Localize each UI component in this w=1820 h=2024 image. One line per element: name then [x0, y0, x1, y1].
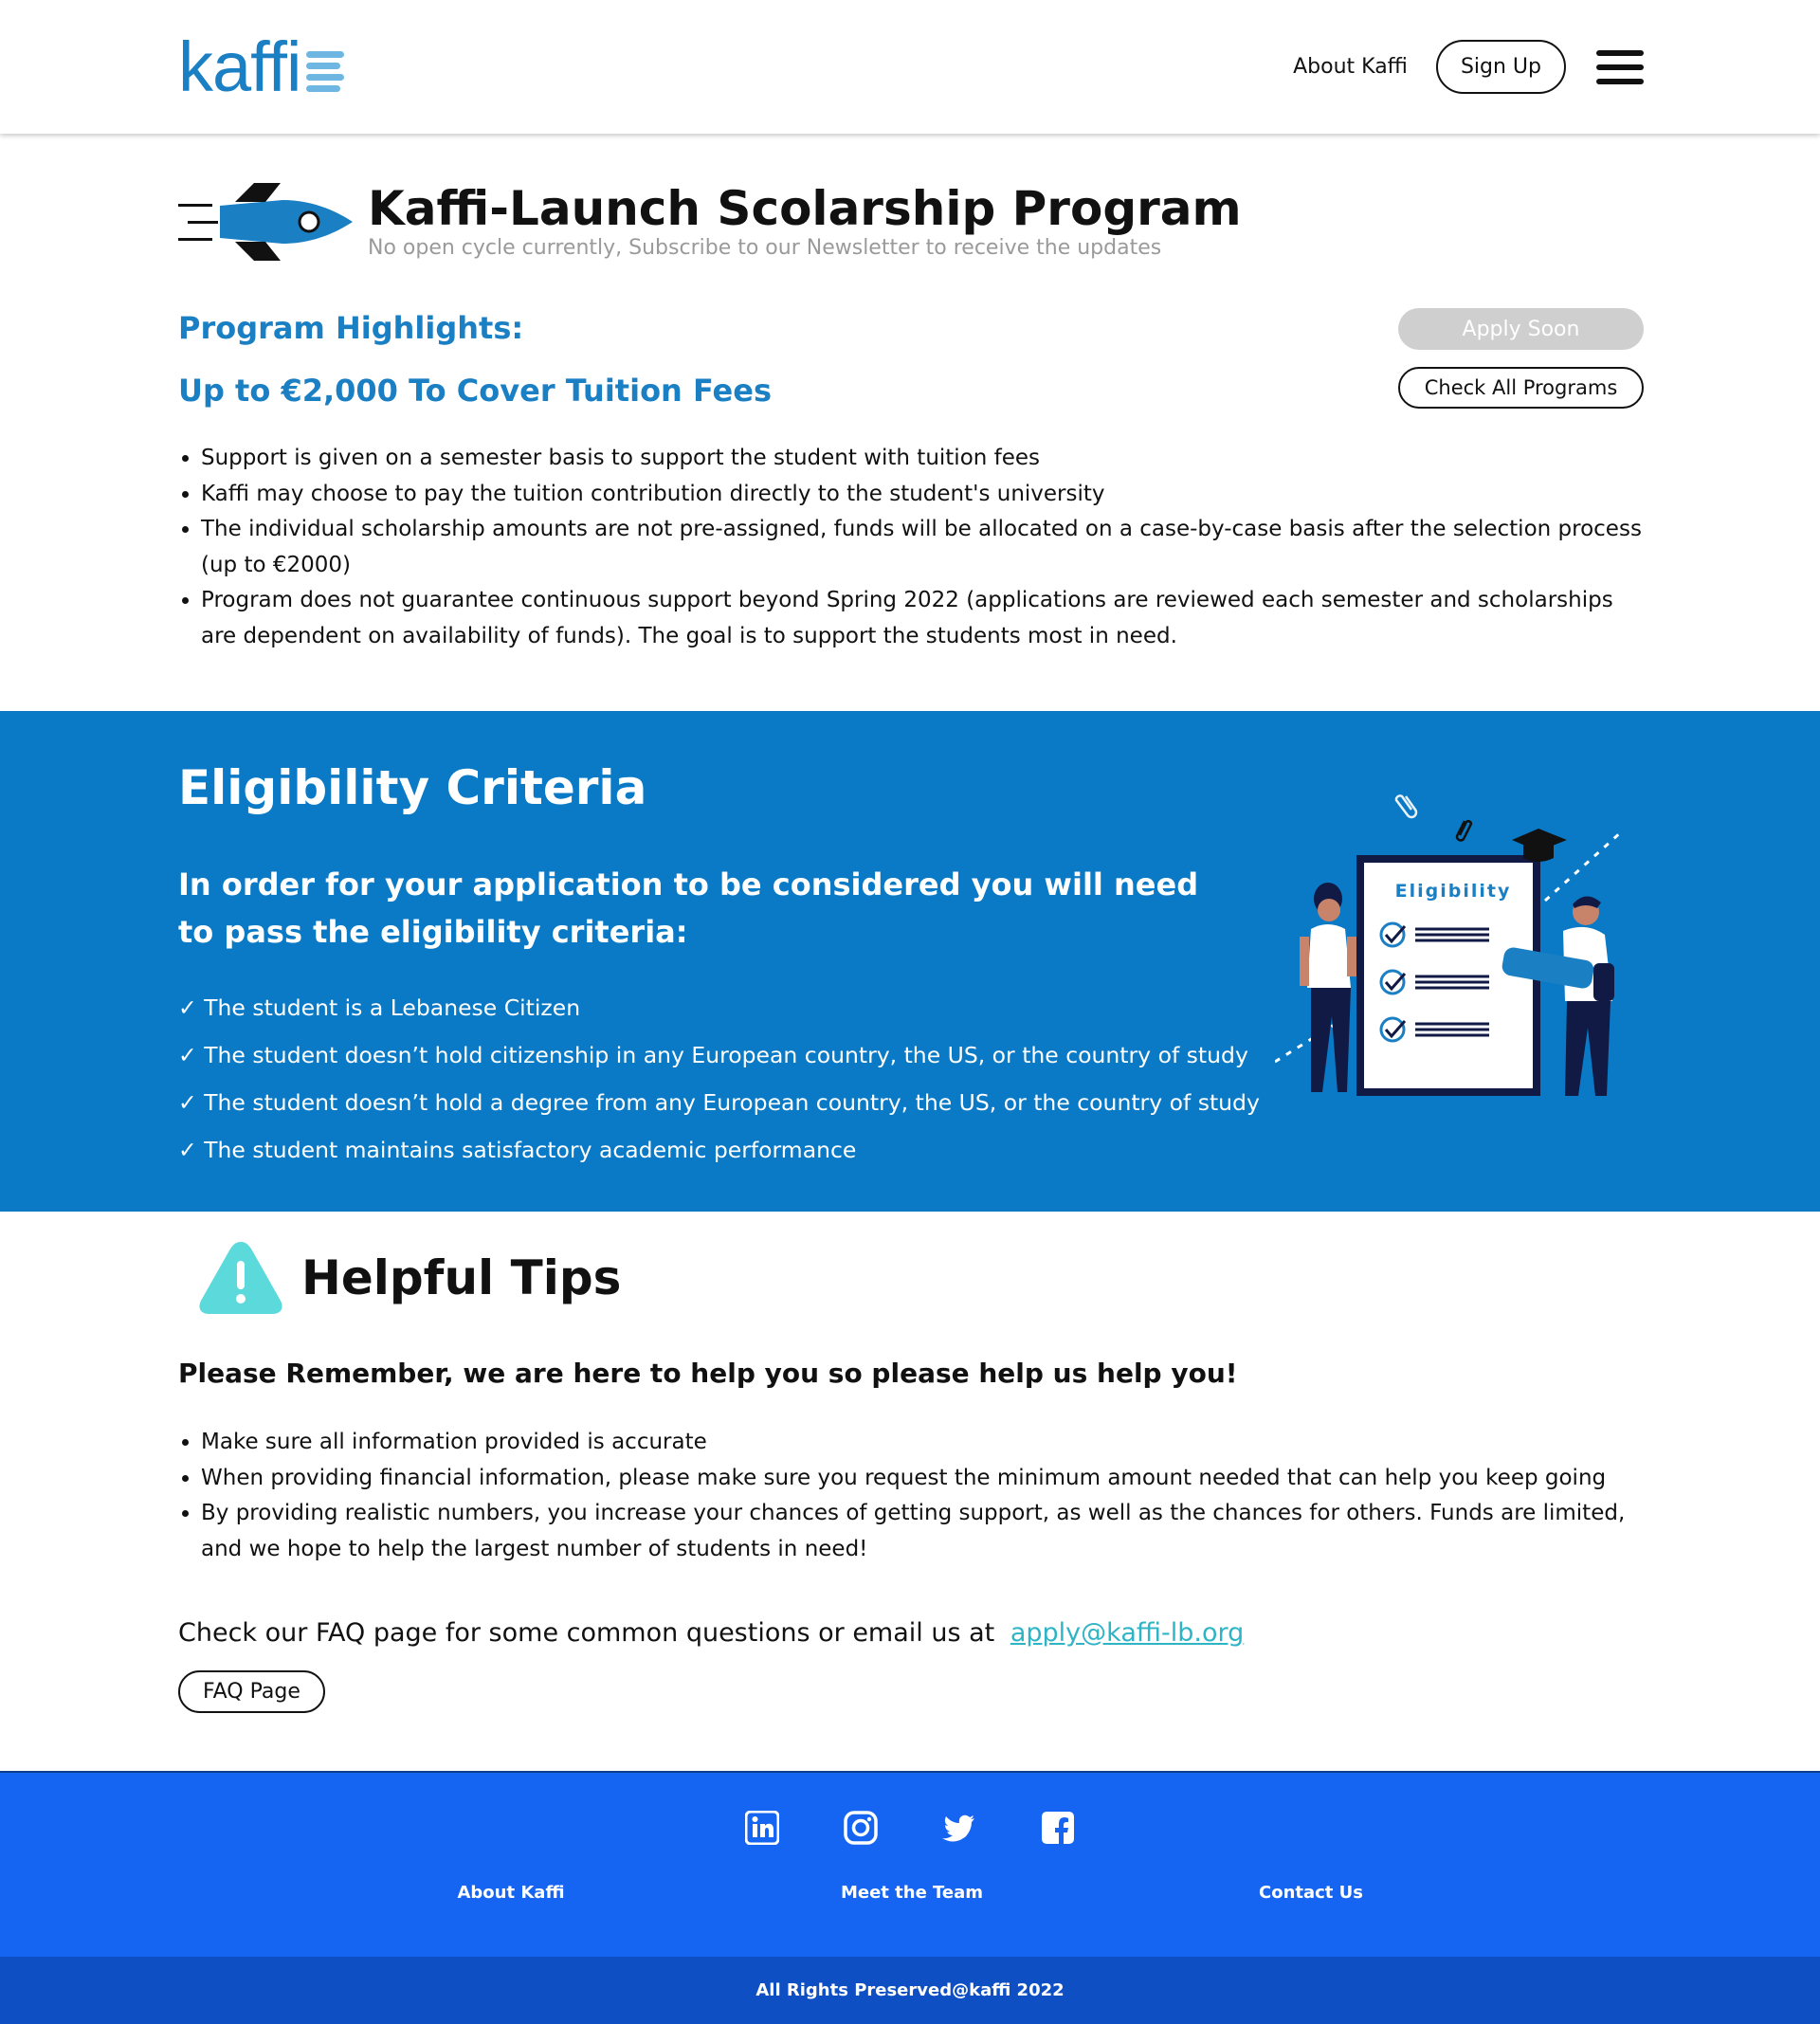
criteria-item: ✓ The student maintains satisfactory aca…: [178, 1137, 857, 1163]
social-links: [0, 1811, 1820, 1845]
list-item: Support is given on a semester basis to …: [201, 441, 1644, 477]
hamburger-menu-icon[interactable]: [1596, 49, 1644, 84]
logo-bars-icon: [306, 51, 345, 92]
list-item: Program does not guarantee continuous su…: [201, 583, 1644, 654]
list-item: Kaffi may choose to pay the tuition cont…: [201, 477, 1644, 513]
tips-section: Helpful Tips Please Remember, we are her…: [178, 1212, 1644, 1713]
rocket-icon: [178, 183, 353, 261]
illustration-label: Eligibility: [1395, 881, 1512, 902]
copyright-bar: All Rights Preserved@kaffi 2022: [0, 1957, 1820, 2024]
list-item: Make sure all information provided is ac…: [201, 1425, 1644, 1461]
faq-page-button[interactable]: FAQ Page: [178, 1670, 325, 1713]
warning-icon: [199, 1242, 282, 1314]
eligibility-lead: In order for your application to be cons…: [178, 866, 1199, 950]
list-item: The individual scholarship amounts are n…: [201, 512, 1644, 583]
faq-line: Check our FAQ page for some common quest…: [178, 1618, 1644, 1648]
twitter-icon[interactable]: [942, 1811, 976, 1845]
linkedin-icon[interactable]: [745, 1811, 779, 1845]
program-highlights: Program Highlights: Up to €2,000 To Cove…: [178, 308, 1644, 409]
copyright-text: All Rights Preserved@kaffi 2022: [755, 1980, 1065, 2000]
check-all-programs-button[interactable]: Check All Programs: [1398, 367, 1644, 409]
faq-text: Check our FAQ page for some common quest…: [178, 1618, 995, 1648]
facebook-icon[interactable]: [1041, 1811, 1075, 1845]
footer-team-link[interactable]: Meet the Team: [841, 1883, 983, 1903]
program-section: Kaffi-Launch Scolarship Program No open …: [178, 134, 1644, 711]
list-item: When providing financial information, pl…: [201, 1461, 1644, 1497]
tips-title: Helpful Tips: [301, 1250, 622, 1305]
eligibility-illustration: Eligibility: [1275, 794, 1625, 1096]
tips-bullets: Make sure all information provided is ac…: [178, 1425, 1644, 1567]
eligibility-section: Eligibility Criteria In order for your a…: [0, 711, 1820, 1212]
nav-about-link[interactable]: About Kaffi: [1293, 55, 1408, 79]
site-footer: About Kaffi Meet the Team Contact Us: [0, 1771, 1820, 1957]
program-bullets: Support is given on a semester basis to …: [178, 441, 1644, 654]
logo-text: kaffi: [178, 27, 301, 106]
site-header: kaffi About Kaffi Sign Up: [0, 0, 1820, 134]
footer-contact-link[interactable]: Contact Us: [1259, 1883, 1363, 1903]
signup-button[interactable]: Sign Up: [1435, 40, 1566, 94]
apply-soon-button[interactable]: Apply Soon: [1398, 308, 1644, 350]
program-title: Kaffi-Launch Scolarship Program: [368, 181, 1242, 237]
list-item: By providing realistic numbers, you incr…: [201, 1496, 1644, 1567]
kaffi-logo[interactable]: kaffi: [178, 27, 345, 106]
footer-about-link[interactable]: About Kaffi: [457, 1883, 564, 1903]
instagram-icon[interactable]: [844, 1811, 878, 1845]
top-nav: About Kaffi Sign Up: [1293, 40, 1644, 94]
footer-links: About Kaffi Meet the Team Contact Us: [0, 1883, 1820, 1921]
program-subtitle: No open cycle currently, Subscribe to ou…: [368, 235, 1162, 260]
tips-lead: Please Remember, we are here to help you…: [178, 1358, 1238, 1389]
email-link[interactable]: apply@kaffi-lb.org: [1010, 1618, 1244, 1648]
